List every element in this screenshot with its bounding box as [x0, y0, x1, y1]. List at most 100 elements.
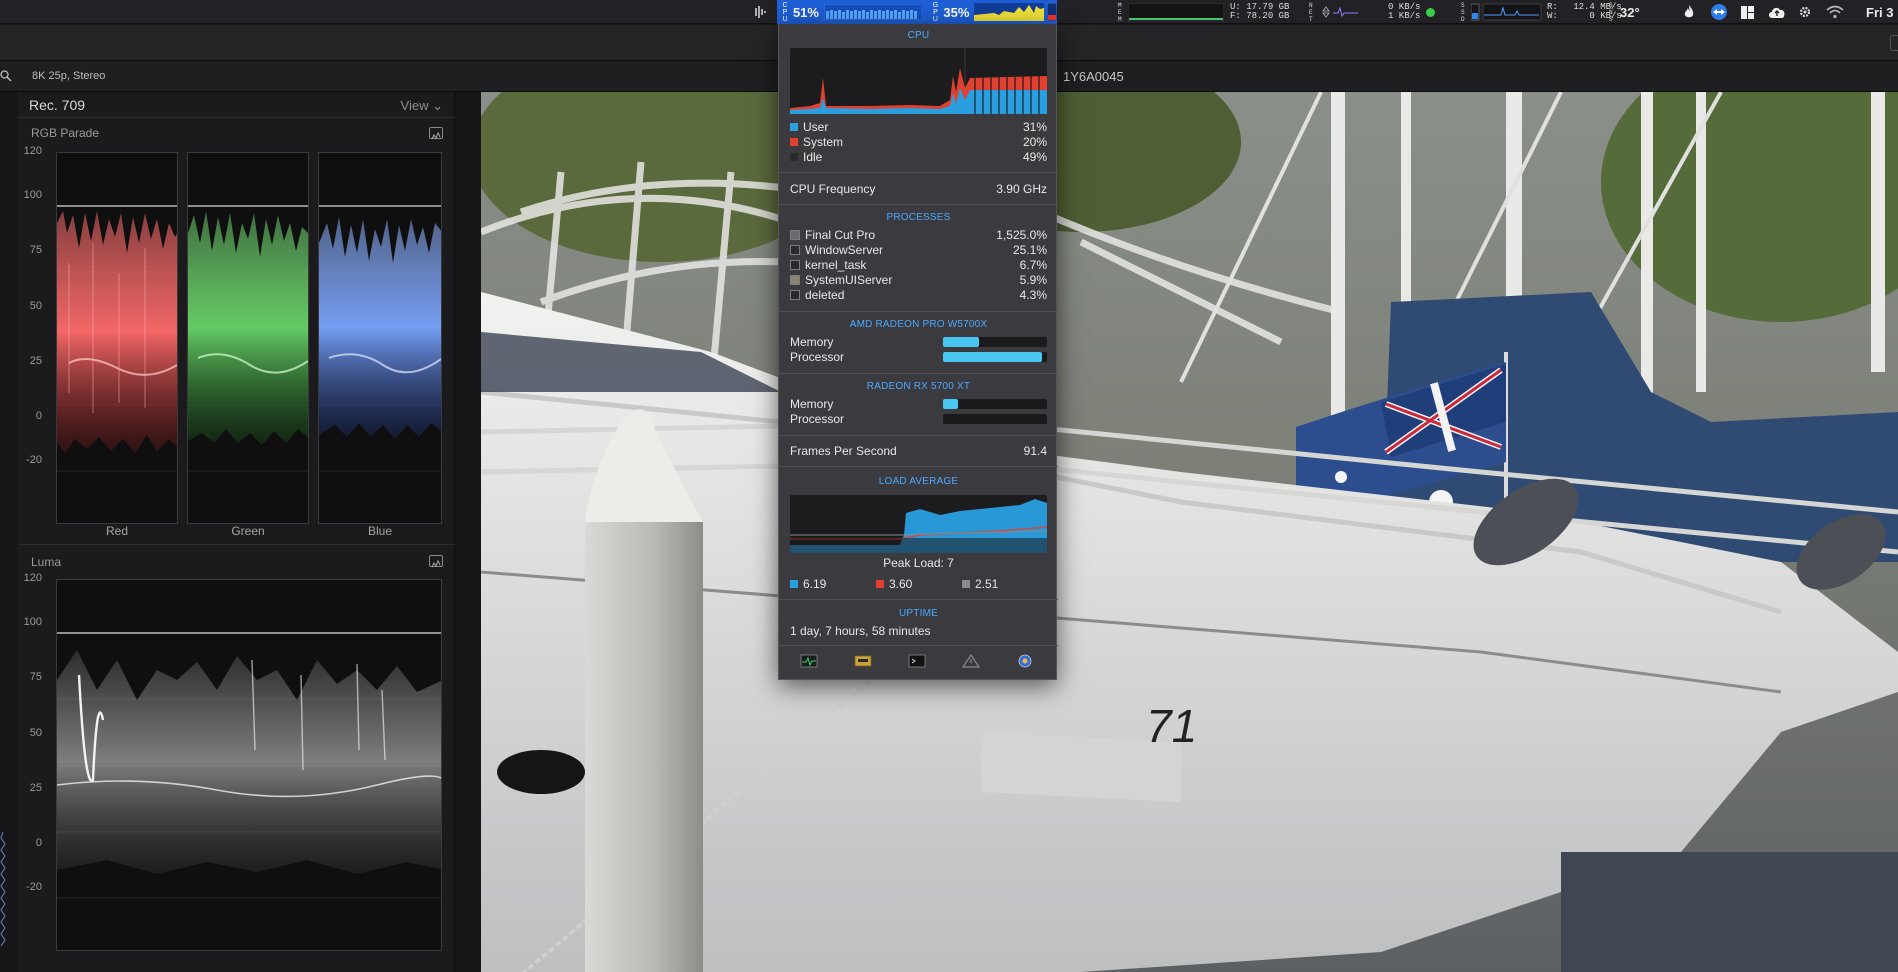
- process-name: deleted: [805, 288, 845, 302]
- gpu2-processor-label: Processor: [790, 412, 845, 426]
- disk-write-label: W:: [1547, 11, 1558, 21]
- viewer-gutter: [455, 92, 481, 972]
- sensors-menubar-item[interactable]: SNS 32°: [1609, 0, 1640, 24]
- axis-tick-label: 25: [29, 782, 42, 794]
- gpu1-processor-label: Processor: [790, 350, 845, 364]
- scope-settings-icon: [431, 131, 441, 140]
- gpu1-processor-bar: [943, 352, 1047, 362]
- console-warning-icon[interactable]: [962, 654, 980, 668]
- fps-label: Frames Per Second: [790, 444, 897, 458]
- load1-swatch: [790, 580, 798, 588]
- activity-monitor-icon[interactable]: [800, 654, 818, 668]
- divider: [779, 466, 1058, 467]
- process-value: 4.3%: [1019, 288, 1047, 302]
- axis-tick-label: 0: [35, 837, 42, 849]
- load-1min: 6.19: [803, 577, 827, 591]
- rgb-parade-settings-button[interactable]: [429, 127, 443, 140]
- axis-tick-label: 75: [29, 671, 42, 683]
- clock[interactable]: Fri 3: [1866, 0, 1893, 24]
- axis-tick-label: 100: [23, 616, 42, 628]
- terminal-icon[interactable]: [908, 654, 926, 668]
- audio-level-icon[interactable]: [754, 0, 770, 24]
- load-values-row: 6.19 3.60 2.51: [790, 577, 1047, 592]
- teamviewer-icon[interactable]: [1710, 0, 1728, 24]
- process-row[interactable]: Final Cut Pro 1,525.0%: [790, 228, 1047, 243]
- gpu1-memory-bar: [943, 337, 1047, 347]
- gpu-percent: 35%: [943, 4, 970, 20]
- axis-tick-label: 50: [29, 300, 42, 312]
- load5-swatch: [876, 580, 884, 588]
- system-value: 20%: [1022, 135, 1047, 149]
- process-value: 5.9%: [1019, 273, 1047, 287]
- divider: [779, 373, 1058, 374]
- system-information-icon[interactable]: [854, 654, 872, 668]
- red-channel-graph: [56, 152, 178, 524]
- uptime-row: 1 day, 7 hours, 58 minutes: [790, 624, 1047, 639]
- gpu1-memory-fill: [943, 337, 980, 347]
- process-row[interactable]: SystemUIServer 5.9%: [790, 273, 1047, 288]
- menu-bar: CPU 51% GPU 35% MEM U: 17.79 GB F: 78.20…: [0, 0, 1898, 24]
- divider: [779, 311, 1058, 312]
- luma-settings-button[interactable]: [429, 555, 443, 568]
- idle-label: Idle: [803, 150, 823, 164]
- uptime-value: 1 day, 7 hours, 58 minutes: [790, 624, 931, 638]
- process-value: 1,525.0%: [996, 228, 1047, 242]
- audio-meter: [0, 832, 6, 947]
- blue-waveform: [319, 205, 441, 472]
- flame-icon[interactable]: [1682, 0, 1696, 24]
- process-name: kernel_task: [805, 258, 867, 272]
- freq-label: CPU Frequency: [790, 182, 876, 196]
- process-value: 6.7%: [1019, 258, 1047, 272]
- video-viewer[interactable]: 71: [481, 92, 1898, 972]
- scope-divider: [18, 544, 455, 545]
- uptime-header: UPTIME: [899, 608, 938, 619]
- gpu2-memory-bar: [943, 399, 1047, 409]
- load15-swatch: [962, 580, 970, 588]
- load-average-header: LOAD AVERAGE: [878, 476, 959, 487]
- wifi-icon[interactable]: [1826, 0, 1844, 24]
- cpu-idle-row: Idle 49%: [790, 150, 1047, 165]
- gpu1-memory-label: Memory: [790, 335, 834, 349]
- user-swatch: [790, 123, 798, 131]
- axis-tick-label: 75: [29, 244, 42, 256]
- luma-waveform: [57, 632, 441, 899]
- process-row[interactable]: deleted 4.3%: [790, 288, 1047, 303]
- memory-menubar-item[interactable]: MEM U: 17.79 GB F: 78.20 GB: [1118, 0, 1289, 24]
- disk-menubar-item[interactable]: SSD R: W: 12.4 MB/s 0 KB/s: [1461, 0, 1622, 24]
- axis-tick-label: 100: [23, 189, 42, 201]
- axis-tick-label: 120: [23, 572, 42, 584]
- peak-load: Peak Load: 7: [883, 556, 954, 570]
- idle-swatch: [790, 153, 798, 161]
- app-icon: [790, 245, 800, 255]
- memory-graph: [1128, 3, 1224, 21]
- process-row[interactable]: kernel_task 6.7%: [790, 258, 1047, 273]
- view-menu-button[interactable]: View ⌄: [401, 98, 443, 114]
- divider: [779, 645, 1058, 646]
- idle-value: 49%: [1022, 150, 1047, 164]
- processes-header: PROCESSES: [886, 212, 951, 223]
- gpu2-memory-fill: [943, 399, 958, 409]
- istat-settings-icon[interactable]: [1016, 654, 1034, 668]
- search-icon[interactable]: [0, 70, 12, 82]
- gear-icon[interactable]: [1798, 0, 1812, 24]
- user-label: User: [803, 120, 829, 134]
- hull-number: 71: [1146, 700, 1197, 752]
- scopes-header: Rec. 709 View ⌄: [18, 92, 455, 118]
- divider: [779, 204, 1058, 205]
- divider: [779, 435, 1058, 436]
- app-icon: [790, 290, 800, 300]
- app-icon: [790, 275, 800, 285]
- system-swatch: [790, 138, 798, 146]
- network-menubar-item[interactable]: NET 0 KB/s 1 KB/s: [1309, 0, 1436, 24]
- cpu-percent: 51%: [792, 4, 819, 20]
- temperature: 32°: [1620, 4, 1640, 20]
- gpu1-header: AMD RADEON PRO W5700X: [849, 319, 988, 330]
- sensor-tag: SNS: [1609, 1, 1613, 23]
- cpu-menubar-item[interactable]: CPU 51% GPU 35%: [777, 0, 1057, 24]
- window-layout-icon[interactable]: [1740, 0, 1755, 24]
- cloud-upload-icon[interactable]: [1767, 0, 1787, 24]
- network-status-dot-icon: [1426, 7, 1436, 17]
- divider: [779, 599, 1058, 600]
- toolbar-edge-button[interactable]: [1890, 35, 1898, 51]
- process-row[interactable]: WindowServer 25.1%: [790, 243, 1047, 258]
